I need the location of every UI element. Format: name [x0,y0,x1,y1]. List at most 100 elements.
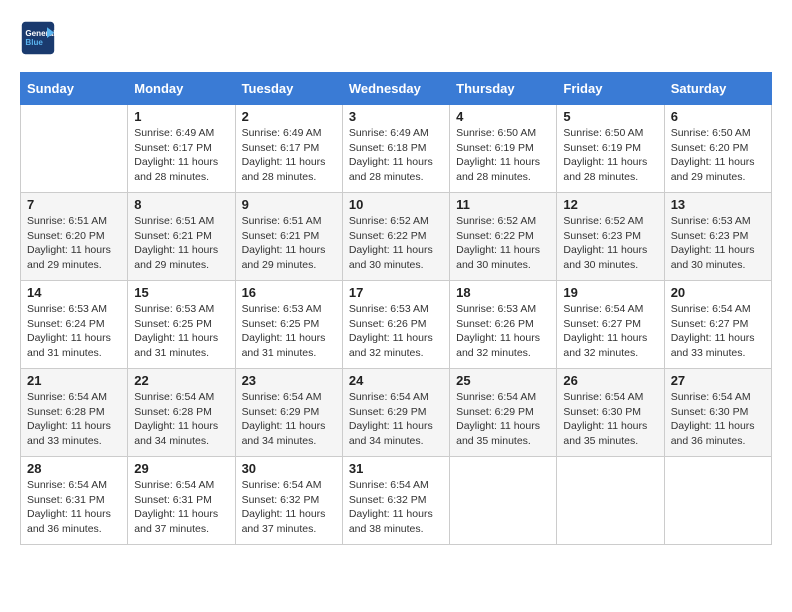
day-number: 22 [134,373,228,388]
calendar-cell: 20 Sunrise: 6:54 AM Sunset: 6:27 PM Dayli… [664,281,771,369]
calendar-col-thursday: Thursday [450,73,557,105]
calendar-cell: 8 Sunrise: 6:51 AM Sunset: 6:21 PM Daylig… [128,193,235,281]
day-info: Sunrise: 6:53 AM Sunset: 6:25 PM Dayligh… [242,302,336,361]
day-number: 10 [349,197,443,212]
calendar-cell [557,457,664,545]
day-number: 27 [671,373,765,388]
calendar-cell: 13 Sunrise: 6:53 AM Sunset: 6:23 PM Dayli… [664,193,771,281]
day-number: 12 [563,197,657,212]
calendar-cell: 14Sunrise: 6:53 AM Sunset: 6:24 PM Dayli… [21,281,128,369]
day-info: Sunrise: 6:53 AM Sunset: 6:26 PM Dayligh… [456,302,550,361]
calendar-table: SundayMondayTuesdayWednesdayThursdayFrid… [20,72,772,545]
calendar-cell: 30 Sunrise: 6:54 AM Sunset: 6:32 PM Dayli… [235,457,342,545]
calendar-col-monday: Monday [128,73,235,105]
day-info: Sunrise: 6:54 AM Sunset: 6:30 PM Dayligh… [671,390,765,449]
calendar-cell: 31Sunrise: 6:54 AM Sunset: 6:32 PM Dayli… [342,457,449,545]
calendar-cell: 24 Sunrise: 6:54 AM Sunset: 6:29 PM Dayli… [342,369,449,457]
calendar-cell: 26Sunrise: 6:54 AM Sunset: 6:30 PM Dayli… [557,369,664,457]
day-number: 8 [134,197,228,212]
calendar-col-sunday: Sunday [21,73,128,105]
calendar-cell: 5Sunrise: 6:50 AM Sunset: 6:19 PM Daylig… [557,105,664,193]
day-number: 18 [456,285,550,300]
calendar-cell: 21 Sunrise: 6:54 AM Sunset: 6:28 PM Dayli… [21,369,128,457]
calendar-cell: 17 Sunrise: 6:53 AM Sunset: 6:26 PM Dayli… [342,281,449,369]
svg-text:Blue: Blue [25,38,43,47]
calendar-cell: 15 Sunrise: 6:53 AM Sunset: 6:25 PM Dayli… [128,281,235,369]
calendar-cell: 2 Sunrise: 6:49 AM Sunset: 6:17 PM Daylig… [235,105,342,193]
calendar-header-row: SundayMondayTuesdayWednesdayThursdayFrid… [21,73,772,105]
day-info: Sunrise: 6:54 AM Sunset: 6:32 PM Dayligh… [349,478,443,537]
calendar-cell: 25 Sunrise: 6:54 AM Sunset: 6:29 PM Dayli… [450,369,557,457]
day-info: Sunrise: 6:49 AM Sunset: 6:17 PM Dayligh… [134,126,228,185]
calendar-cell: 22 Sunrise: 6:54 AM Sunset: 6:28 PM Dayli… [128,369,235,457]
day-info: Sunrise: 6:53 AM Sunset: 6:24 PM Dayligh… [27,302,121,361]
calendar-cell: 27 Sunrise: 6:54 AM Sunset: 6:30 PM Dayli… [664,369,771,457]
day-number: 13 [671,197,765,212]
day-number: 7 [27,197,121,212]
calendar-cell: 28Sunrise: 6:54 AM Sunset: 6:31 PM Dayli… [21,457,128,545]
calendar-cell: 7 Sunrise: 6:51 AM Sunset: 6:20 PM Daylig… [21,193,128,281]
day-number: 9 [242,197,336,212]
day-number: 23 [242,373,336,388]
day-info: Sunrise: 6:54 AM Sunset: 6:29 PM Dayligh… [456,390,550,449]
day-number: 29 [134,461,228,476]
day-info: Sunrise: 6:54 AM Sunset: 6:31 PM Dayligh… [134,478,228,537]
day-info: Sunrise: 6:54 AM Sunset: 6:27 PM Dayligh… [563,302,657,361]
day-number: 2 [242,109,336,124]
day-info: Sunrise: 6:50 AM Sunset: 6:20 PM Dayligh… [671,126,765,185]
logo: General Blue [20,20,56,56]
day-info: Sunrise: 6:54 AM Sunset: 6:27 PM Dayligh… [671,302,765,361]
day-number: 6 [671,109,765,124]
day-info: Sunrise: 6:51 AM Sunset: 6:20 PM Dayligh… [27,214,121,273]
day-number: 16 [242,285,336,300]
calendar-cell: 23 Sunrise: 6:54 AM Sunset: 6:29 PM Dayli… [235,369,342,457]
day-info: Sunrise: 6:53 AM Sunset: 6:23 PM Dayligh… [671,214,765,273]
day-info: Sunrise: 6:54 AM Sunset: 6:28 PM Dayligh… [134,390,228,449]
day-info: Sunrise: 6:51 AM Sunset: 6:21 PM Dayligh… [134,214,228,273]
day-number: 30 [242,461,336,476]
calendar-cell: 3 Sunrise: 6:49 AM Sunset: 6:18 PM Daylig… [342,105,449,193]
page-header: General Blue [20,20,772,56]
day-info: Sunrise: 6:52 AM Sunset: 6:23 PM Dayligh… [563,214,657,273]
calendar-col-wednesday: Wednesday [342,73,449,105]
calendar-cell: 12 Sunrise: 6:52 AM Sunset: 6:23 PM Dayli… [557,193,664,281]
calendar-cell: 10 Sunrise: 6:52 AM Sunset: 6:22 PM Dayli… [342,193,449,281]
day-info: Sunrise: 6:49 AM Sunset: 6:18 PM Dayligh… [349,126,443,185]
calendar-cell: 18 Sunrise: 6:53 AM Sunset: 6:26 PM Dayli… [450,281,557,369]
day-number: 20 [671,285,765,300]
calendar-cell: 11Sunrise: 6:52 AM Sunset: 6:22 PM Dayli… [450,193,557,281]
day-info: Sunrise: 6:50 AM Sunset: 6:19 PM Dayligh… [456,126,550,185]
calendar-cell: 6 Sunrise: 6:50 AM Sunset: 6:20 PM Daylig… [664,105,771,193]
day-number: 24 [349,373,443,388]
day-info: Sunrise: 6:53 AM Sunset: 6:25 PM Dayligh… [134,302,228,361]
calendar-col-tuesday: Tuesday [235,73,342,105]
day-number: 1 [134,109,228,124]
calendar-cell: 29 Sunrise: 6:54 AM Sunset: 6:31 PM Dayli… [128,457,235,545]
day-info: Sunrise: 6:51 AM Sunset: 6:21 PM Dayligh… [242,214,336,273]
calendar-cell: 19 Sunrise: 6:54 AM Sunset: 6:27 PM Dayli… [557,281,664,369]
calendar-week-row: 7 Sunrise: 6:51 AM Sunset: 6:20 PM Daylig… [21,193,772,281]
day-info: Sunrise: 6:50 AM Sunset: 6:19 PM Dayligh… [563,126,657,185]
day-info: Sunrise: 6:54 AM Sunset: 6:31 PM Dayligh… [27,478,121,537]
day-number: 19 [563,285,657,300]
day-number: 15 [134,285,228,300]
day-info: Sunrise: 6:54 AM Sunset: 6:29 PM Dayligh… [349,390,443,449]
calendar-cell [450,457,557,545]
day-number: 3 [349,109,443,124]
calendar-col-friday: Friday [557,73,664,105]
calendar-cell [664,457,771,545]
day-info: Sunrise: 6:54 AM Sunset: 6:32 PM Dayligh… [242,478,336,537]
calendar-week-row: 28Sunrise: 6:54 AM Sunset: 6:31 PM Dayli… [21,457,772,545]
logo-icon: General Blue [20,20,56,56]
day-info: Sunrise: 6:49 AM Sunset: 6:17 PM Dayligh… [242,126,336,185]
day-number: 26 [563,373,657,388]
day-info: Sunrise: 6:52 AM Sunset: 6:22 PM Dayligh… [349,214,443,273]
day-info: Sunrise: 6:52 AM Sunset: 6:22 PM Dayligh… [456,214,550,273]
day-number: 21 [27,373,121,388]
day-info: Sunrise: 6:54 AM Sunset: 6:29 PM Dayligh… [242,390,336,449]
day-info: Sunrise: 6:54 AM Sunset: 6:28 PM Dayligh… [27,390,121,449]
day-number: 25 [456,373,550,388]
day-info: Sunrise: 6:53 AM Sunset: 6:26 PM Dayligh… [349,302,443,361]
calendar-week-row: 1 Sunrise: 6:49 AM Sunset: 6:17 PM Daylig… [21,105,772,193]
day-number: 17 [349,285,443,300]
